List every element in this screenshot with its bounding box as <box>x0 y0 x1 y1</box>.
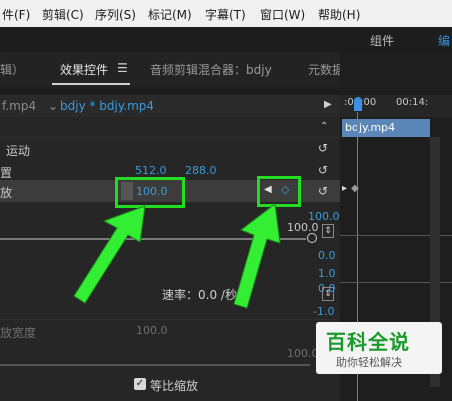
watermark-title: 百科全说 <box>326 330 410 354</box>
arrow-right-icon <box>233 203 281 309</box>
arrow-left-icon <box>73 205 146 304</box>
watermark-subtitle: 助你轻松解决 <box>336 356 402 369</box>
watermark-logo: 百科全说 助你轻松解决 <box>316 322 442 374</box>
